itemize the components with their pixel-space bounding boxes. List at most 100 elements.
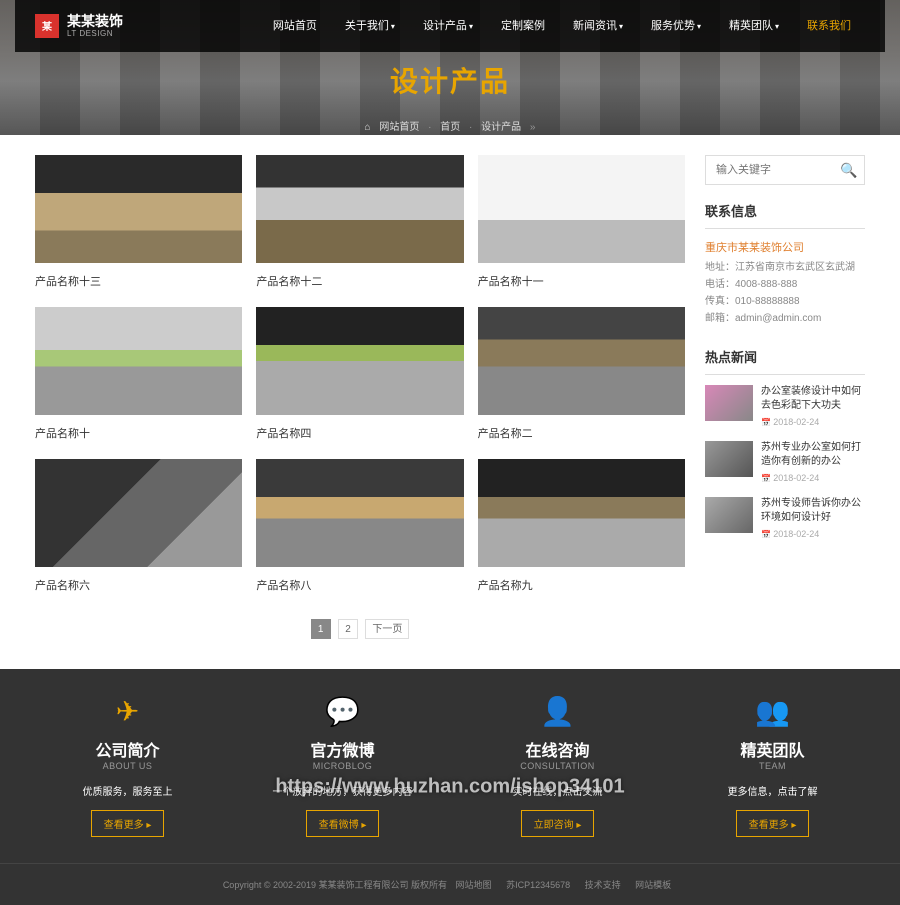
nav-service[interactable]: 服务优势▾ bbox=[637, 0, 715, 53]
page-1[interactable]: 1 bbox=[311, 619, 331, 639]
product-grid: 产品名称十三产品名称十二产品名称十一产品名称十产品名称四产品名称二产品名称六产品… bbox=[35, 155, 685, 593]
nav-about[interactable]: 关于我们▾ bbox=[331, 0, 409, 53]
footer-icon: ✈ bbox=[35, 695, 220, 731]
product-card[interactable]: 产品名称十 bbox=[35, 307, 242, 441]
company-name: 重庆市某某装饰公司 bbox=[705, 239, 865, 255]
chevron-down-icon: ▾ bbox=[775, 22, 779, 31]
news-thumb bbox=[705, 497, 753, 533]
top-nav: 某 某某装饰 LT DESIGN 网站首页 关于我们▾ 设计产品▾ 定制案例 新… bbox=[15, 0, 885, 52]
product-card[interactable]: 产品名称八 bbox=[256, 459, 463, 593]
nav-team[interactable]: 精英团队▾ bbox=[715, 0, 793, 53]
product-title: 产品名称十 bbox=[35, 425, 242, 441]
footer-col-title: 在线咨询 bbox=[465, 737, 650, 761]
main-content: 产品名称十三产品名称十二产品名称十一产品名称十产品名称四产品名称二产品名称六产品… bbox=[35, 155, 685, 639]
nav-products[interactable]: 设计产品▾ bbox=[409, 0, 487, 53]
footer-col-sub: MICROBLOG bbox=[250, 761, 435, 771]
news-item[interactable]: 苏州专业办公室如何打造你有创新的办公 2018-02-24 bbox=[705, 441, 865, 483]
product-thumb bbox=[478, 459, 685, 567]
product-thumb bbox=[478, 307, 685, 415]
product-title: 产品名称四 bbox=[256, 425, 463, 441]
footer-link-support[interactable]: 技术支持 bbox=[585, 880, 621, 890]
breadcrumb-root[interactable]: 首页 bbox=[440, 122, 460, 133]
news-item[interactable]: 苏州专设师告诉你办公环境如何设计好 2018-02-24 bbox=[705, 497, 865, 539]
product-title: 产品名称十二 bbox=[256, 273, 463, 289]
product-card[interactable]: 产品名称九 bbox=[478, 459, 685, 593]
footer-bottom: Copyright © 2002-2019 某某装饰工程有限公司 版权所有 网站… bbox=[0, 863, 900, 905]
news-item-title: 苏州专设师告诉你办公环境如何设计好 bbox=[761, 497, 865, 525]
product-thumb bbox=[256, 155, 463, 263]
product-title: 产品名称十三 bbox=[35, 273, 242, 289]
nav-cases[interactable]: 定制案例 bbox=[487, 0, 559, 53]
footer-icon: 👥 bbox=[680, 695, 865, 731]
footer-col-sub: TEAM bbox=[680, 761, 865, 771]
product-card[interactable]: 产品名称十三 bbox=[35, 155, 242, 289]
footer-icon: 👤 bbox=[465, 695, 650, 731]
footer-link-sitemap[interactable]: 网站地图 bbox=[456, 880, 492, 890]
nav-contact[interactable]: 联系我们 bbox=[793, 0, 865, 53]
footer-col-button[interactable]: 查看更多 bbox=[91, 810, 165, 837]
brand-sub: LT DESIGN bbox=[67, 29, 123, 38]
search-button[interactable]: 🔍 bbox=[833, 155, 865, 185]
breadcrumb-current: 设计产品 bbox=[481, 122, 521, 133]
product-title: 产品名称二 bbox=[478, 425, 685, 441]
hot-news: 热点新闻 办公室装修设计中如何去色彩配下大功夫2018-02-24苏州专业办公室… bbox=[705, 347, 865, 539]
chevron-down-icon: ▾ bbox=[391, 22, 395, 31]
footer-col-button[interactable]: 立即咨询 bbox=[521, 810, 595, 837]
footer-col-title: 公司简介 bbox=[35, 737, 220, 761]
chevron-down-icon: ▾ bbox=[469, 22, 473, 31]
page-2[interactable]: 2 bbox=[338, 619, 358, 639]
product-card[interactable]: 产品名称六 bbox=[35, 459, 242, 593]
news-item-date: 2018-02-24 bbox=[761, 473, 865, 483]
breadcrumb-home[interactable]: 网站首页 bbox=[379, 122, 419, 133]
page-next[interactable]: 下一页 bbox=[365, 619, 409, 639]
pagination: 1 2 下一页 bbox=[35, 619, 685, 639]
footer-col-button[interactable]: 查看更多 bbox=[736, 810, 810, 837]
product-thumb bbox=[256, 459, 463, 567]
footer-link-template[interactable]: 网站模板 bbox=[635, 880, 671, 890]
contact-fax: 传真：010-88888888 bbox=[705, 293, 865, 310]
product-card[interactable]: 产品名称十二 bbox=[256, 155, 463, 289]
news-item-title: 苏州专业办公室如何打造你有创新的办公 bbox=[761, 441, 865, 469]
page-title: 设计产品 bbox=[0, 60, 900, 100]
product-title: 产品名称六 bbox=[35, 577, 242, 593]
page-title-wrap: 设计产品 bbox=[0, 52, 900, 100]
hero-banner: 某 某某装饰 LT DESIGN 网站首页 关于我们▾ 设计产品▾ 定制案例 新… bbox=[0, 0, 900, 135]
news-item-title: 办公室装修设计中如何去色彩配下大功夫 bbox=[761, 385, 865, 413]
footer-col-sub: ABOUT US bbox=[35, 761, 220, 771]
footer-col-sub: CONSULTATION bbox=[465, 761, 650, 771]
logo[interactable]: 某 某某装饰 LT DESIGN bbox=[35, 14, 123, 38]
news-title: 热点新闻 bbox=[705, 347, 865, 375]
contact-title: 联系信息 bbox=[705, 201, 865, 229]
chevron-down-icon: ▾ bbox=[619, 22, 623, 31]
product-card[interactable]: 产品名称四 bbox=[256, 307, 463, 441]
home-icon: ⌂ bbox=[365, 122, 371, 133]
product-thumb bbox=[478, 155, 685, 263]
product-title: 产品名称九 bbox=[478, 577, 685, 593]
news-item-date: 2018-02-24 bbox=[761, 529, 865, 539]
news-thumb bbox=[705, 441, 753, 477]
copyright: Copyright © 2002-2019 某某装饰工程有限公司 版权所有 bbox=[223, 880, 447, 890]
nav-news[interactable]: 新闻资讯▾ bbox=[559, 0, 637, 53]
news-thumb bbox=[705, 385, 753, 421]
footer-col: ✈公司简介ABOUT US优质服务，服务至上查看更多 bbox=[35, 695, 220, 837]
sidebar: 🔍 联系信息 重庆市某某装饰公司 地址：江苏省南京市玄武区玄武湖 电话：4008… bbox=[705, 155, 865, 639]
product-thumb bbox=[35, 459, 242, 567]
footer-col-desc: 一个放弃的地方，获得更多内容 bbox=[250, 783, 435, 798]
nav-home[interactable]: 网站首页 bbox=[259, 0, 331, 53]
product-title: 产品名称十一 bbox=[478, 273, 685, 289]
footer-col: 💬官方微博MICROBLOG一个放弃的地方，获得更多内容查看微博 bbox=[250, 695, 435, 837]
footer-col: 👤在线咨询CONSULTATION实时在线，点击交流立即咨询 bbox=[465, 695, 650, 837]
breadcrumb: ⌂ 网站首页 · 首页 · 设计产品 » bbox=[0, 118, 900, 133]
news-item[interactable]: 办公室装修设计中如何去色彩配下大功夫 2018-02-24 bbox=[705, 385, 865, 427]
product-card[interactable]: 产品名称二 bbox=[478, 307, 685, 441]
logo-icon: 某 bbox=[35, 14, 59, 38]
search-icon: 🔍 bbox=[840, 162, 857, 178]
product-card[interactable]: 产品名称十一 bbox=[478, 155, 685, 289]
footer-col-button[interactable]: 查看微博 bbox=[306, 810, 380, 837]
chevron-down-icon: ▾ bbox=[697, 22, 701, 31]
contact-email: 邮箱：admin@admin.com bbox=[705, 310, 865, 327]
contact-phone: 电话：4008-888-888 bbox=[705, 276, 865, 293]
news-item-date: 2018-02-24 bbox=[761, 417, 865, 427]
footer-link-icp[interactable]: 苏ICP12345678 bbox=[506, 880, 570, 890]
contact-address: 地址：江苏省南京市玄武区玄武湖 bbox=[705, 259, 865, 276]
